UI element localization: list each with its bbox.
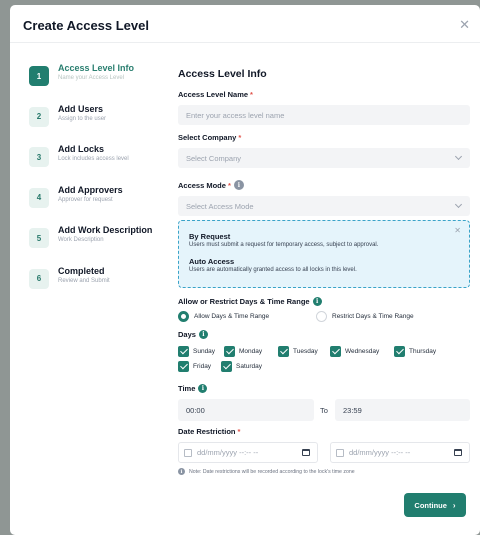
continue-button[interactable]: Continue › <box>404 493 466 517</box>
chevron-down-icon <box>454 152 463 161</box>
info-icon: i <box>178 468 185 475</box>
option-auto-access-desc: Users are automatically granted access t… <box>189 267 357 273</box>
step-completed[interactable]: 6 Completed Review and Submit <box>27 266 177 307</box>
range-radio-group: Allow Days & Time Range Restrict Days & … <box>178 311 470 325</box>
step-add-work-description[interactable]: 5 Add Work Description Work Description <box>27 225 177 266</box>
info-icon[interactable]: i <box>312 297 322 306</box>
radio-label: Allow Days & Time Range <box>194 313 270 320</box>
required-mark: * <box>237 427 241 436</box>
range-label: Allow or Restrict Days & Time Range i <box>178 297 322 306</box>
radio-restrict-range[interactable]: Restrict Days & Time Range <box>316 311 414 322</box>
info-icon[interactable]: i <box>233 180 244 190</box>
time-to-input[interactable]: 23:59 <box>335 399 470 421</box>
days-label: Days i <box>178 330 208 339</box>
step-title: Add Users <box>58 103 104 114</box>
checkbox-checked-icon <box>330 346 341 357</box>
access-level-name-label: Access Level Name * <box>178 90 253 99</box>
info-icon[interactable]: i <box>198 330 208 339</box>
required-mark: * <box>250 90 253 99</box>
time-to-label: To <box>320 406 328 415</box>
calendar-icon <box>184 448 192 457</box>
checkbox-tuesday[interactable]: Tuesday <box>278 346 318 357</box>
step-title: Add Locks <box>58 144 105 154</box>
step-title: Add Approvers <box>58 184 123 195</box>
step-subtitle: Assign to the user <box>58 115 107 122</box>
calendar-picker-icon[interactable] <box>454 449 462 456</box>
date-to-input[interactable]: dd/mm/yyyy --:-- -- <box>330 442 470 463</box>
checkbox-checked-icon <box>178 361 189 372</box>
time-label: Time i <box>178 384 208 393</box>
checkbox-checked-icon <box>394 346 405 357</box>
radio-allow-range[interactable]: Allow Days & Time Range <box>178 311 269 322</box>
select-placeholder: Select Company <box>186 153 242 163</box>
step-add-approvers[interactable]: 4 Add Approvers Approver for request <box>27 185 177 226</box>
step-access-level-info[interactable]: 1 Access Level Info Name your Access Lev… <box>27 63 177 104</box>
create-access-level-modal: Create Access Level ✕ 1 Access Level Inf… <box>10 5 480 535</box>
checkbox-checked-icon <box>178 346 189 357</box>
radio-dot <box>178 311 189 322</box>
checkbox-sunday[interactable]: Sunday <box>178 346 215 357</box>
checkbox-wednesday[interactable]: Wednesday <box>330 346 379 357</box>
date-from-input[interactable]: dd/mm/yyyy --:-- -- <box>178 442 318 463</box>
section-title: Access Level Info <box>178 68 267 80</box>
step-subtitle: Name your Access Level <box>58 75 125 81</box>
step-title: Completed <box>58 265 105 276</box>
chevron-right-icon: › <box>452 500 456 510</box>
checkbox-checked-icon <box>278 346 289 357</box>
checkbox-checked-icon <box>221 361 232 372</box>
access-mode-options-popup: ✕ By Request Users must submit a request… <box>178 220 470 288</box>
access-mode-label: Access Mode * i <box>178 180 244 190</box>
modal-header: Create Access Level ✕ <box>10 5 480 43</box>
calendar-icon <box>336 448 344 457</box>
radio-label: Restrict Days & Time Range <box>332 313 414 320</box>
checkbox-friday[interactable]: Friday <box>178 361 211 372</box>
option-by-request-title[interactable]: By Request <box>189 232 230 241</box>
select-placeholder: Select Access Mode <box>186 201 254 211</box>
step-title: Add Work Description <box>58 225 153 235</box>
stepper: 1 Access Level Info Name your Access Lev… <box>27 63 177 306</box>
checkbox-saturday[interactable]: Saturday <box>221 361 262 372</box>
date-restriction-label: Date Restriction * <box>178 427 241 436</box>
input-placeholder: Enter your access level name <box>186 110 285 120</box>
option-auto-access-title[interactable]: Auto Access <box>189 257 234 266</box>
info-icon[interactable]: i <box>198 384 208 393</box>
step-subtitle: Approver for request <box>58 196 113 203</box>
step-add-locks[interactable]: 3 Add Locks Lock includes access level <box>27 144 177 185</box>
date-note: i Note: Date restrictions will be record… <box>178 468 355 475</box>
select-company-dropdown[interactable]: Select Company <box>178 148 470 168</box>
chevron-down-icon <box>454 200 463 209</box>
step-title: Access Level Info <box>58 63 135 73</box>
checkbox-thursday[interactable]: Thursday <box>394 346 436 357</box>
time-from-input[interactable]: 00:00 <box>178 399 314 421</box>
close-icon[interactable]: ✕ <box>454 226 461 235</box>
step-number: 5 <box>29 228 49 248</box>
access-level-name-input[interactable]: Enter your access level name <box>178 105 470 125</box>
step-number: 2 <box>29 106 49 127</box>
step-number: 3 <box>29 147 49 167</box>
step-number: 1 <box>29 66 49 86</box>
step-add-users[interactable]: 2 Add Users Assign to the user <box>27 104 177 145</box>
step-number: 4 <box>29 187 49 208</box>
select-company-label: Select Company * <box>178 133 242 142</box>
checkbox-monday[interactable]: Monday <box>224 346 262 357</box>
access-mode-dropdown[interactable]: Select Access Mode <box>178 196 470 216</box>
radio-dot <box>316 311 327 322</box>
checkbox-checked-icon <box>224 346 235 357</box>
required-mark: * <box>238 133 242 142</box>
step-subtitle: Review and Submit <box>58 277 110 284</box>
calendar-picker-icon[interactable] <box>302 449 310 456</box>
modal-title: Create Access Level <box>23 18 149 33</box>
option-by-request-desc: Users must submit a request for temporar… <box>189 242 379 248</box>
step-subtitle: Work Description <box>58 237 104 243</box>
step-number: 6 <box>29 268 49 289</box>
close-icon[interactable]: ✕ <box>459 17 470 33</box>
step-subtitle: Lock includes access level <box>58 156 129 162</box>
required-mark: * <box>227 180 231 190</box>
